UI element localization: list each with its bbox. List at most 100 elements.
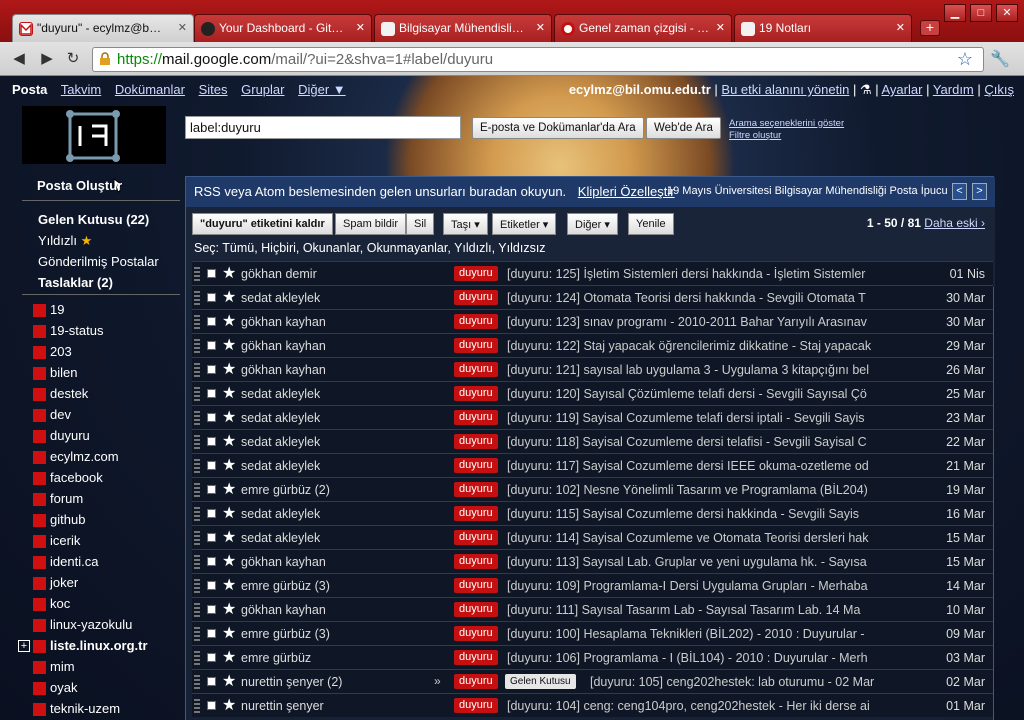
row-checkbox[interactable]: [207, 509, 216, 518]
rss-tip[interactable]: 19 Mayıs Üniversitesi Bilgisayar Mühendi…: [667, 185, 948, 197]
label-tag[interactable]: duyuru: [454, 698, 498, 713]
drag-handle-icon[interactable]: [194, 435, 200, 449]
nav-posta[interactable]: Posta: [12, 82, 47, 97]
drag-handle-icon[interactable]: [194, 411, 200, 425]
prev-arrow-icon[interactable]: <: [952, 183, 967, 200]
row-checkbox[interactable]: [207, 653, 216, 662]
label-item[interactable]: joker: [0, 573, 185, 594]
message-row[interactable]: ★ sedat akleylek duyuru [duyuru: 118] Sayis…: [192, 429, 993, 453]
new-tab-button[interactable]: +: [920, 20, 940, 36]
close-icon[interactable]: ✕: [356, 21, 365, 34]
nav-takvim[interactable]: Takvim: [61, 82, 101, 97]
reload-icon[interactable]: ↻: [62, 49, 84, 69]
label-tag[interactable]: duyuru: [454, 290, 498, 305]
drag-handle-icon[interactable]: [194, 603, 200, 617]
row-checkbox[interactable]: [207, 389, 216, 398]
sidebar-item-drafts[interactable]: Taslaklar (2): [38, 272, 159, 293]
drag-handle-icon[interactable]: [194, 651, 200, 665]
row-checkbox[interactable]: [207, 605, 216, 614]
star-icon[interactable]: ★: [222, 383, 236, 403]
label-tag[interactable]: duyuru: [454, 506, 498, 521]
row-checkbox[interactable]: [207, 341, 216, 350]
label-tag[interactable]: duyuru: [454, 578, 498, 593]
drag-handle-icon[interactable]: [194, 507, 200, 521]
select-links[interactable]: Seç: Tümü, Hiçbiri, Okunanlar, Okunmayan…: [194, 241, 546, 255]
tab-identica[interactable]: Genel zaman çizgisi - … ✕: [554, 14, 732, 42]
star-icon[interactable]: ★: [222, 455, 236, 475]
label-tag[interactable]: duyuru: [454, 626, 498, 641]
star-icon[interactable]: ★: [222, 695, 236, 715]
help-link[interactable]: Yardım: [933, 82, 974, 97]
star-icon[interactable]: ★: [222, 359, 236, 379]
drag-handle-icon[interactable]: [194, 483, 200, 497]
label-item[interactable]: linux-yazokulu: [0, 615, 185, 636]
customize-clips-link[interactable]: Klipleri Özelleştir: [578, 184, 675, 199]
logout-link[interactable]: Çıkış: [984, 82, 1014, 97]
wrench-icon[interactable]: 🔧: [990, 49, 1010, 69]
star-icon[interactable]: ★: [222, 407, 236, 427]
label-item[interactable]: bilen: [0, 363, 185, 384]
drag-handle-icon[interactable]: [194, 555, 200, 569]
sidebar-item-inbox[interactable]: Gelen Kutusu (22): [38, 209, 159, 230]
address-bar[interactable]: https://mail.google.com/mail/?ui=2&shva=…: [92, 47, 984, 72]
message-row[interactable]: ★ emre gürbüz (3) duyuru [duyuru: 100] Hesa…: [192, 621, 993, 645]
message-row[interactable]: ★ gökhan kayhan duyuru [duyuru: 113] Sayısa…: [192, 549, 993, 573]
label-item[interactable]: destek: [0, 384, 185, 405]
expand-plus-icon[interactable]: +: [18, 640, 30, 652]
tab-bilgisayar[interactable]: Bilgisayar Mühendisli… ✕: [374, 14, 552, 42]
sidebar-item-starred[interactable]: Yıldızlı ★: [38, 230, 159, 251]
label-item[interactable]: forum: [0, 489, 185, 510]
manage-domain-link[interactable]: Bu etki alanını yönetin: [721, 82, 849, 97]
label-tag[interactable]: duyuru: [454, 266, 498, 281]
nav-diger[interactable]: Diğer ▼: [298, 82, 346, 97]
label-tag[interactable]: duyuru: [454, 650, 498, 665]
search-mail-button[interactable]: E-posta ve Dokümanlar'da Ara: [472, 117, 644, 139]
star-icon[interactable]: ★: [222, 335, 236, 355]
settings-link[interactable]: Ayarlar: [882, 82, 923, 97]
tab-gmail[interactable]: "duyuru" - ecylmz@b… ✕: [12, 14, 194, 42]
label-item[interactable]: koc: [0, 594, 185, 615]
message-row[interactable]: ★ sedat akleylek duyuru [duyuru: 120] Sayıs…: [192, 381, 993, 405]
star-icon[interactable]: ★: [222, 575, 236, 595]
label-tag[interactable]: duyuru: [454, 554, 498, 569]
label-item[interactable]: teknik-uzem: [0, 699, 185, 720]
row-checkbox[interactable]: [207, 293, 216, 302]
close-icon[interactable]: ✕: [178, 21, 187, 34]
label-tag[interactable]: duyuru: [454, 338, 498, 353]
search-web-button[interactable]: Web'de Ara: [646, 117, 721, 139]
minimize-button[interactable]: ▁: [944, 4, 966, 22]
drag-handle-icon[interactable]: [194, 315, 200, 329]
label-item[interactable]: + liste.linux.org.tr: [0, 636, 185, 657]
label-tag[interactable]: duyuru: [454, 602, 498, 617]
star-icon[interactable]: ★: [222, 647, 236, 667]
drag-handle-icon[interactable]: [194, 339, 200, 353]
drag-handle-icon[interactable]: [194, 387, 200, 401]
drag-handle-icon[interactable]: [194, 627, 200, 641]
row-checkbox[interactable]: [207, 413, 216, 422]
message-row[interactable]: ★ gökhan kayhan duyuru [duyuru: 121] sayısa…: [192, 357, 993, 381]
label-tag[interactable]: duyuru: [454, 410, 498, 425]
row-checkbox[interactable]: [207, 317, 216, 326]
label-item[interactable]: dev: [0, 405, 185, 426]
label-item[interactable]: 19: [0, 300, 185, 321]
create-filter-link[interactable]: Filtre oluştur: [729, 130, 844, 142]
label-item[interactable]: duyuru: [0, 426, 185, 447]
row-checkbox[interactable]: [207, 485, 216, 494]
label-tag[interactable]: duyuru: [454, 530, 498, 545]
star-icon[interactable]: ★: [222, 551, 236, 571]
label-item[interactable]: identi.ca: [0, 552, 185, 573]
row-checkbox[interactable]: [207, 581, 216, 590]
message-row[interactable]: ★ nurettin şenyer (2) » duyuru Gelen Kutusu […: [192, 669, 993, 693]
message-row[interactable]: ★ gökhan demir duyuru [duyuru: 125] İşletim…: [192, 261, 993, 285]
drag-handle-icon[interactable]: [194, 675, 200, 689]
row-checkbox[interactable]: [207, 629, 216, 638]
next-arrow-icon[interactable]: >: [972, 183, 987, 200]
star-icon[interactable]: ★: [222, 311, 236, 331]
search-input[interactable]: label:duyuru: [185, 116, 461, 139]
labels-button[interactable]: Etiketler ▾: [492, 213, 557, 235]
label-item[interactable]: facebook: [0, 468, 185, 489]
report-spam-button[interactable]: Spam bildir: [335, 213, 407, 235]
star-icon[interactable]: ★: [222, 431, 236, 451]
tab-github[interactable]: Your Dashboard - Git… ✕: [194, 14, 372, 42]
message-row[interactable]: ★ sedat akleylek duyuru [duyuru: 124] Otoma…: [192, 285, 993, 309]
